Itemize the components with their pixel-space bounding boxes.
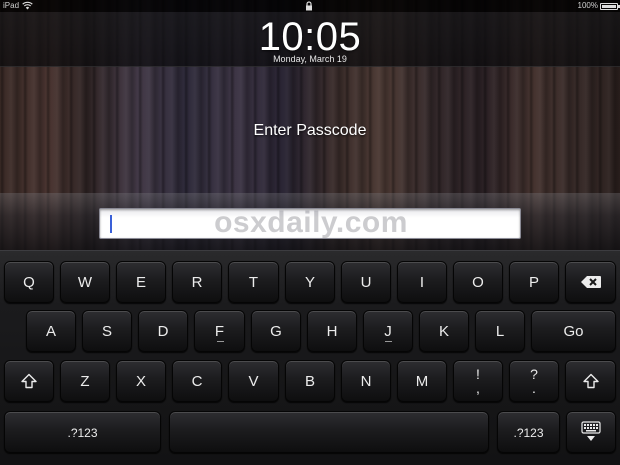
key-k[interactable]: K bbox=[419, 310, 469, 352]
key-f[interactable]: F bbox=[194, 310, 245, 352]
shift-icon bbox=[21, 373, 37, 389]
watermark: osxdaily.com bbox=[214, 206, 408, 239]
key-s[interactable]: S bbox=[82, 310, 132, 352]
space-key[interactable] bbox=[169, 411, 489, 453]
keyboard-hide-icon bbox=[581, 421, 601, 441]
battery-percentage: 100% bbox=[577, 1, 598, 10]
key-j[interactable]: J bbox=[363, 310, 413, 352]
key-m[interactable]: M bbox=[397, 360, 447, 402]
key-t[interactable]: T bbox=[228, 261, 279, 303]
key-w[interactable]: W bbox=[60, 261, 110, 303]
key-z[interactable]: Z bbox=[60, 360, 110, 402]
battery-icon bbox=[600, 3, 620, 10]
backspace-key[interactable] bbox=[565, 261, 616, 303]
status-bar: iPad 100% bbox=[0, 0, 620, 12]
clock-date: Monday, March 19 bbox=[273, 54, 347, 64]
key-g[interactable]: G bbox=[251, 310, 301, 352]
backspace-icon bbox=[580, 276, 601, 288]
key-b[interactable]: B bbox=[285, 360, 335, 402]
key-e[interactable]: E bbox=[116, 261, 166, 303]
key-u[interactable]: U bbox=[341, 261, 391, 303]
shift-key-right[interactable] bbox=[565, 360, 616, 402]
key-r[interactable]: R bbox=[172, 261, 222, 303]
clock-panel: 10:05 Monday, March 19 bbox=[0, 12, 620, 67]
key-o[interactable]: O bbox=[453, 261, 503, 303]
key-n[interactable]: N bbox=[341, 360, 391, 402]
key-d[interactable]: D bbox=[138, 310, 188, 352]
go-key[interactable]: Go bbox=[531, 310, 616, 352]
key-h[interactable]: H bbox=[307, 310, 357, 352]
key-y[interactable]: Y bbox=[285, 261, 335, 303]
numbers-key-left[interactable]: .?123 bbox=[4, 411, 161, 453]
passcode-prompt: Enter Passcode bbox=[253, 122, 367, 139]
keyboard: Q W E R T Y U I O P A S D F G H J K L Go… bbox=[0, 250, 620, 465]
key-a[interactable]: A bbox=[26, 310, 76, 352]
key-question-period[interactable]: ? . bbox=[509, 360, 559, 402]
shift-icon bbox=[582, 373, 599, 389]
key-exclamation-comma[interactable]: ! , bbox=[453, 360, 503, 402]
key-p[interactable]: P bbox=[509, 261, 559, 303]
key-v[interactable]: V bbox=[228, 360, 279, 402]
key-i[interactable]: I bbox=[397, 261, 447, 303]
key-l[interactable]: L bbox=[475, 310, 525, 352]
device-name: iPad bbox=[3, 1, 20, 10]
key-q[interactable]: Q bbox=[4, 261, 54, 303]
key-c[interactable]: C bbox=[172, 360, 222, 402]
hide-keyboard-key[interactable] bbox=[566, 411, 616, 453]
numbers-key-right[interactable]: .?123 bbox=[497, 411, 560, 453]
shift-key-left[interactable] bbox=[4, 360, 54, 402]
key-x[interactable]: X bbox=[116, 360, 166, 402]
text-caret bbox=[110, 215, 112, 233]
